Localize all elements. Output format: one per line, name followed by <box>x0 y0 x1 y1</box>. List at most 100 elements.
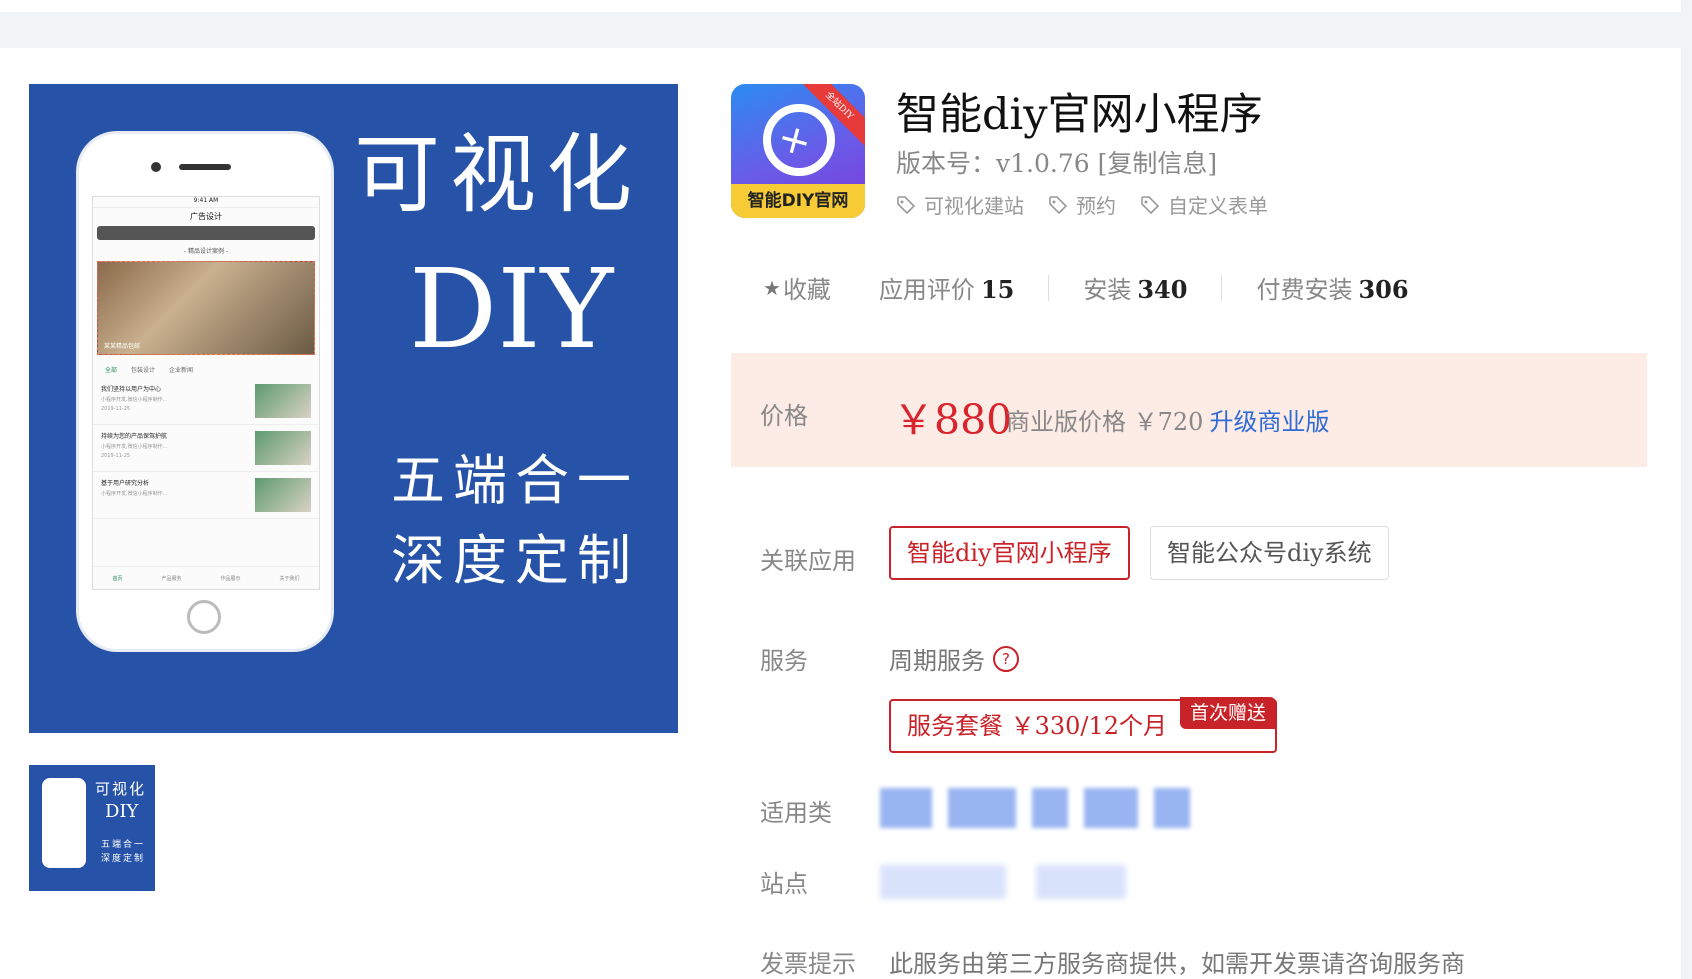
service-label: 服务 <box>760 647 808 675</box>
app-icon: ✕ 全站DIY 智能DIY官网 <box>731 84 865 218</box>
tag-icon <box>897 195 916 214</box>
screen-nav-item: 首页 <box>112 575 123 582</box>
screen-hero-image: 某某精品包邮 <box>97 261 315 355</box>
tag-item[interactable]: 预约 <box>1048 190 1116 219</box>
tag-list: 可视化建站 预约 自定义表单 <box>896 190 1268 219</box>
price-value: ￥880 <box>893 396 1013 444</box>
installs-label: 安装 <box>1083 276 1132 304</box>
screen-nav-item: 产品服务 <box>161 575 182 582</box>
thumbnail-phone <box>42 778 86 868</box>
screen-bottom-nav: 首页 产品服务 作品展示 关于我们 <box>93 566 319 589</box>
screen-item-desc: 小程序开发,微信小程序制作... <box>101 444 168 450</box>
page-scrollbar-track[interactable] <box>1681 0 1692 979</box>
screen-tabs: 全部 包装设计 企业新闻 <box>93 355 319 378</box>
icon-bottom-text: 智能DIY官网 <box>731 184 865 218</box>
thumbnail-text-1: 可视化 <box>95 780 147 798</box>
top-bar <box>0 0 1692 12</box>
product-main-image[interactable]: 9:41 AM 广告设计 - 精品设计案例 - 某某精品包邮 全部 包装设计 企… <box>29 84 678 733</box>
screen-item-date: 2019-11-25 <box>101 406 131 412</box>
screen-item-thumb <box>255 384 311 418</box>
reviews-label: 应用评价 <box>878 276 975 304</box>
screen-item-desc: 小程序开发,微信小程序制作... <box>101 397 168 403</box>
screen-nav-item: 关于我们 <box>279 575 300 582</box>
stats-divider <box>1048 274 1050 301</box>
screen-list-item: 持续为您的产品保驾护航 小程序开发,微信小程序制作... 2019-11-25 <box>93 425 319 472</box>
paid-label: 付费安装 <box>1256 276 1353 304</box>
screen-tab: 企业新闻 <box>169 367 194 374</box>
service-type: 周期服务 ? <box>889 641 1019 676</box>
tag-icon <box>1141 195 1160 214</box>
header-band <box>0 12 1692 48</box>
phone-mockup: 9:41 AM 广告设计 - 精品设计案例 - 某某精品包邮 全部 包装设计 企… <box>79 134 331 649</box>
thumbnail-text-2: DIY <box>105 801 139 822</box>
app-title: 智能diy官网小程序 <box>896 90 1263 140</box>
phone-speaker <box>179 164 231 170</box>
site-options-blurred <box>880 865 1126 899</box>
blurred-option <box>1084 788 1138 828</box>
version-number: v1.0.76 <box>996 149 1090 178</box>
blurred-site <box>880 865 1006 899</box>
favorite-label: 收藏 <box>782 276 831 304</box>
stats-row: ★ 收藏 应用评价 15 安装 340 付费安装 306 <box>763 270 1409 305</box>
screen-item-date: 2019-11-25 <box>101 453 131 459</box>
price-label: 价格 <box>760 402 808 430</box>
screen-subheading: - 精品设计案例 - <box>183 248 229 255</box>
phone-camera <box>151 162 161 172</box>
related-app-option[interactable]: 智能公众号diy系统 <box>1150 526 1389 580</box>
blurred-option <box>948 788 1016 828</box>
business-price-value: ￥720 <box>1133 408 1204 436</box>
related-app-current[interactable]: 智能diy官网小程序 <box>889 526 1130 580</box>
version-row: 版本号：v1.0.76 [复制信息] <box>896 144 1217 180</box>
invoice-text: 此服务由第三方服务商提供，如需开发票请咨询服务商 <box>889 950 1465 978</box>
blurred-option <box>880 788 932 828</box>
related-apps-label: 关联应用 <box>760 547 856 575</box>
screen-banner <box>97 226 315 240</box>
tag-label: 可视化建站 <box>924 194 1024 218</box>
screen-nav-item: 作品展示 <box>220 575 241 582</box>
tag-item[interactable]: 自定义表单 <box>1140 190 1268 219</box>
thumbnail-text-4: 深度定制 <box>101 854 146 864</box>
screen-tab: 全部 <box>105 367 118 374</box>
screen-title: 广告设计 <box>190 212 222 221</box>
screen-item-title: 我们坚持以用户为中心 <box>101 386 162 393</box>
help-icon[interactable]: ? <box>993 645 1019 672</box>
installs-count: 340 <box>1137 275 1188 304</box>
blurred-option <box>1032 788 1068 828</box>
upgrade-business-link[interactable]: 升级商业版 <box>1209 408 1329 436</box>
tag-label: 预约 <box>1076 194 1116 218</box>
service-type-label: 周期服务 <box>889 647 985 675</box>
screen-tab: 包装设计 <box>131 367 156 374</box>
business-price: 商业版价格 ￥720 升级商业版 <box>1006 402 1329 437</box>
screen-list-item: 基于用户研究分析小程序开发,微信小程序制作... <box>93 472 319 519</box>
thumbnail-text-3: 五端合一 <box>101 840 146 850</box>
site-label: 站点 <box>760 870 808 898</box>
favorite-button[interactable]: ★ 收藏 <box>763 270 831 305</box>
screen-item-desc: 小程序开发,微信小程序制作... <box>101 491 168 497</box>
screen-item-title: 基于用户研究分析 <box>101 480 150 487</box>
main-image-text-visual: 可视化 <box>354 125 642 225</box>
tag-label: 自定义表单 <box>1168 194 1268 218</box>
star-icon: ★ <box>763 275 781 300</box>
stats-divider <box>1221 274 1223 301</box>
applicable-options-blurred <box>880 788 1190 828</box>
paid-installs-stat: 付费安装 306 <box>1256 270 1408 305</box>
phone-home-button <box>187 600 221 634</box>
phone-screen: 9:41 AM 广告设计 - 精品设计案例 - 某某精品包邮 全部 包装设计 企… <box>92 196 320 590</box>
screen-hero-caption: 某某精品包邮 <box>104 343 141 350</box>
version-label: 版本号： <box>896 149 997 178</box>
product-thumbnail[interactable]: 可视化 DIY 五端合一 深度定制 <box>29 765 155 891</box>
screen-item-title: 持续为您的产品保驾护航 <box>101 433 168 440</box>
screen-item-thumb <box>255 478 311 512</box>
tag-icon <box>1049 195 1068 214</box>
main-image-text-customize: 深度定制 <box>391 529 639 592</box>
copy-info-link[interactable]: [复制信息] <box>1098 149 1218 178</box>
screen-item-thumb <box>255 431 311 465</box>
first-gift-badge: 首次赠送 <box>1180 697 1277 729</box>
applicable-label: 适用类 <box>760 799 832 827</box>
main-image-text-diy: DIY <box>409 245 614 373</box>
paid-count: 306 <box>1358 275 1409 304</box>
tag-item[interactable]: 可视化建站 <box>896 190 1024 219</box>
blurred-option <box>1154 788 1190 828</box>
reviews-stat[interactable]: 应用评价 15 <box>879 270 1014 305</box>
invoice-label: 发票提示 <box>760 950 856 978</box>
